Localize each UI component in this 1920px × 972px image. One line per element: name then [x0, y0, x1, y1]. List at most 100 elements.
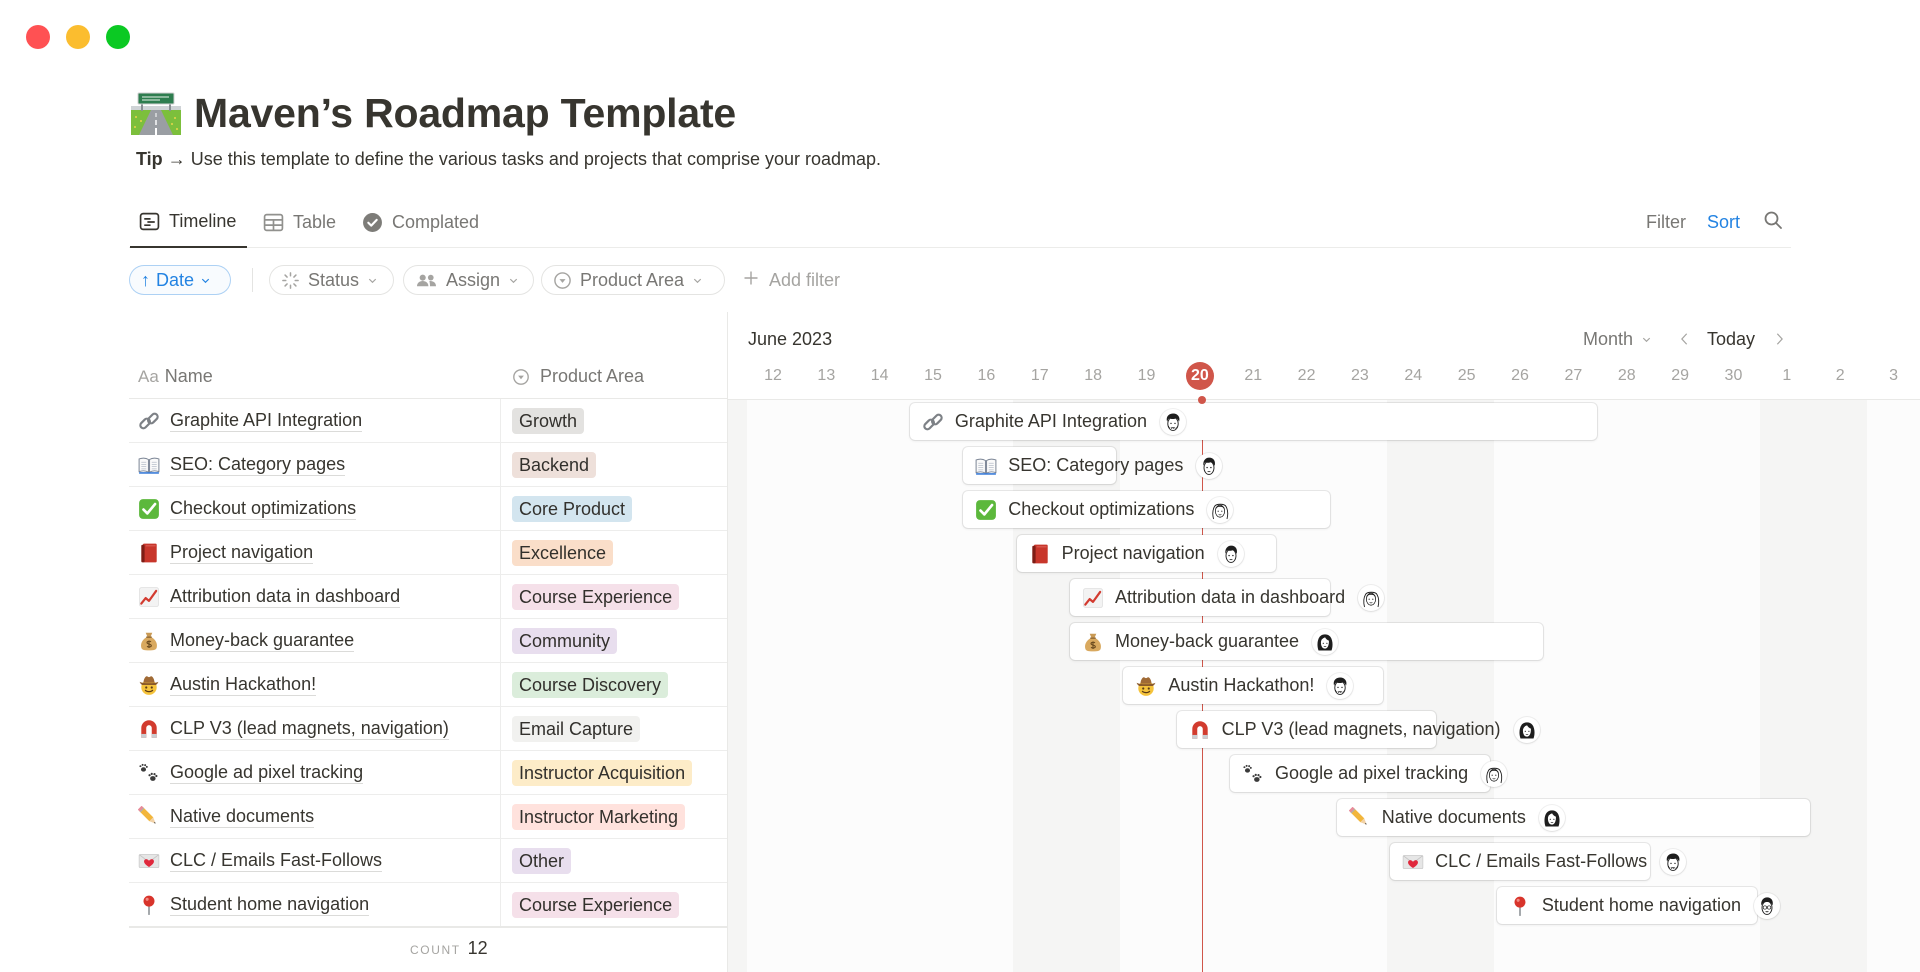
product-area-cell[interactable]: Course Experience — [500, 883, 727, 926]
table-row[interactable]: Google ad pixel tracking Instructor Acqui… — [129, 751, 727, 795]
scale-dropdown[interactable]: Month — [1583, 328, 1652, 350]
row-name-link[interactable]: Project navigation — [170, 542, 314, 564]
assignee-avatar[interactable] — [1312, 628, 1339, 655]
product-area-cell[interactable]: Instructor Acquisition — [500, 751, 727, 794]
product-area-cell[interactable]: Instructor Marketing — [500, 795, 727, 838]
row-name-link[interactable]: Google ad pixel tracking — [170, 762, 364, 784]
timeline-bar-content[interactable]: Google ad pixel tracking — [1242, 755, 1508, 792]
row-name-link[interactable]: Student home navigation — [170, 894, 370, 916]
row-name-link[interactable]: SEO: Category pages — [170, 454, 346, 476]
assignee-avatar[interactable] — [1327, 672, 1354, 699]
timeline-bar-label[interactable]: Money-back guarantee — [1115, 631, 1299, 652]
product-area-filter-chip[interactable]: Product Area — [541, 265, 725, 295]
timeline-bar-content[interactable]: SEO: Category pages — [975, 447, 1223, 484]
timeline-bar-content[interactable]: Money-back guarantee — [1082, 623, 1339, 660]
product-area-tag[interactable]: Course Experience — [512, 891, 680, 918]
table-row[interactable]: Graphite API Integration Growth — [129, 399, 727, 443]
product-area-tag[interactable]: Excellence — [512, 539, 614, 566]
timeline-bar-label[interactable]: CLC / Emails Fast-Follows — [1435, 851, 1647, 872]
product-area-tag[interactable]: Growth — [512, 407, 585, 434]
window-zoom-button[interactable] — [106, 25, 130, 49]
tab-timeline[interactable]: Timeline — [130, 200, 248, 248]
timeline-bar-content[interactable]: Student home navigation — [1509, 887, 1780, 924]
sort-button[interactable]: Sort — [1707, 200, 1740, 248]
name-cell[interactable]: Project navigation — [129, 531, 500, 574]
product-area-tag[interactable]: Other — [512, 847, 572, 874]
timeline-bar-content[interactable]: Checkout optimizations — [975, 491, 1234, 528]
row-name-link[interactable]: Graphite API Integration — [170, 410, 363, 432]
assignee-avatar[interactable] — [1481, 760, 1508, 787]
tab-table[interactable]: Table — [263, 200, 336, 248]
column-header-name[interactable]: Aa Name — [129, 366, 500, 387]
window-close-button[interactable] — [26, 25, 50, 49]
product-area-tag[interactable]: Core Product — [512, 495, 633, 522]
row-name-link[interactable]: Money-back guarantee — [170, 630, 355, 652]
sort-date-chip[interactable]: ↑ Date — [129, 265, 231, 295]
timeline-bar-label[interactable]: SEO: Category pages — [1008, 455, 1183, 476]
name-cell[interactable]: CLP V3 (lead magnets, navigation) — [129, 707, 500, 750]
table-row[interactable]: CLP V3 (lead magnets, navigation) Email C… — [129, 707, 727, 751]
tab-completed[interactable]: Complated — [362, 200, 479, 248]
count-footer[interactable]: COUNT 12 — [410, 938, 488, 959]
timeline-bar-label[interactable]: Checkout optimizations — [1008, 499, 1194, 520]
assign-filter-chip[interactable]: Assign — [403, 265, 534, 295]
timeline-bar-content[interactable]: CLP V3 (lead magnets, navigation) — [1189, 711, 1540, 748]
row-name-link[interactable]: Native documents — [170, 806, 315, 828]
next-period-button[interactable] — [1775, 328, 1784, 350]
page-title[interactable]: Maven’s Roadmap Template — [194, 87, 736, 139]
timeline-bar-content[interactable]: CLC / Emails Fast-Follows — [1402, 843, 1687, 880]
table-row[interactable]: CLC / Emails Fast-Follows Other — [129, 839, 727, 883]
table-row[interactable]: Money-back guarantee Community — [129, 619, 727, 663]
assignee-avatar[interactable] — [1160, 408, 1186, 435]
add-filter-button[interactable]: Add filter — [743, 265, 840, 295]
assignee-avatar[interactable] — [1660, 848, 1687, 875]
window-minimize-button[interactable] — [66, 25, 90, 49]
timeline-bar-label[interactable]: Native documents — [1382, 807, 1526, 828]
name-cell[interactable]: Student home navigation — [129, 883, 500, 926]
product-area-cell[interactable]: Community — [500, 619, 727, 662]
name-cell[interactable]: CLC / Emails Fast-Follows — [129, 839, 500, 882]
timeline-bar-content[interactable]: Native documents — [1348, 799, 1565, 836]
timeline-bar-label[interactable]: Project navigation — [1062, 543, 1205, 564]
table-row[interactable]: Austin Hackathon! Course Discovery — [129, 663, 727, 707]
table-row[interactable]: Student home navigation Course Experience — [129, 883, 727, 928]
assignee-avatar[interactable] — [1196, 452, 1223, 479]
name-cell[interactable]: SEO: Category pages — [129, 443, 500, 486]
product-area-tag[interactable]: Instructor Acquisition — [512, 759, 693, 786]
timeline-bar-label[interactable]: Attribution data in dashboard — [1115, 587, 1345, 608]
timeline-bar-label[interactable]: Austin Hackathon! — [1168, 675, 1314, 696]
product-area-tag[interactable]: Backend — [512, 451, 597, 478]
search-button[interactable] — [1763, 200, 1783, 248]
row-name-link[interactable]: Checkout optimizations — [170, 498, 357, 520]
table-row[interactable]: Project navigation Excellence — [129, 531, 727, 575]
product-area-cell[interactable]: Excellence — [500, 531, 727, 574]
timeline-bar-content[interactable]: Graphite API Integration — [922, 403, 1186, 440]
name-cell[interactable]: Austin Hackathon! — [129, 663, 500, 706]
table-row[interactable]: Attribution data in dashboard Course Expe… — [129, 575, 727, 619]
timeline-bar-content[interactable]: Attribution data in dashboard — [1082, 579, 1385, 616]
table-row[interactable]: Checkout optimizations Core Product — [129, 487, 727, 531]
name-cell[interactable]: Attribution data in dashboard — [129, 575, 500, 618]
table-timeline-divider[interactable] — [727, 312, 728, 972]
status-filter-chip[interactable]: Status — [269, 265, 394, 295]
name-cell[interactable]: Native documents — [129, 795, 500, 838]
table-row[interactable]: Native documents Instructor Marketing — [129, 795, 727, 839]
product-area-tag[interactable]: Course Experience — [512, 583, 680, 610]
assignee-avatar[interactable] — [1217, 540, 1244, 567]
product-area-cell[interactable]: Backend — [500, 443, 727, 486]
product-area-tag[interactable]: Instructor Marketing — [512, 803, 686, 830]
name-cell[interactable]: Money-back guarantee — [129, 619, 500, 662]
motorway-icon[interactable] — [131, 91, 181, 135]
assignee-avatar[interactable] — [1513, 716, 1540, 743]
product-area-cell[interactable]: Growth — [500, 399, 727, 442]
row-name-link[interactable]: Austin Hackathon! — [170, 674, 317, 696]
product-area-cell[interactable]: Course Experience — [500, 575, 727, 618]
assignee-avatar[interactable] — [1207, 496, 1234, 523]
name-cell[interactable]: Checkout optimizations — [129, 487, 500, 530]
row-name-link[interactable]: Attribution data in dashboard — [170, 586, 401, 608]
product-area-tag[interactable]: Email Capture — [512, 715, 641, 742]
table-row[interactable]: SEO: Category pages Backend — [129, 443, 727, 487]
assignee-avatar[interactable] — [1538, 804, 1565, 831]
product-area-cell[interactable]: Core Product — [500, 487, 727, 530]
timeline-bar-label[interactable]: Student home navigation — [1542, 895, 1741, 916]
